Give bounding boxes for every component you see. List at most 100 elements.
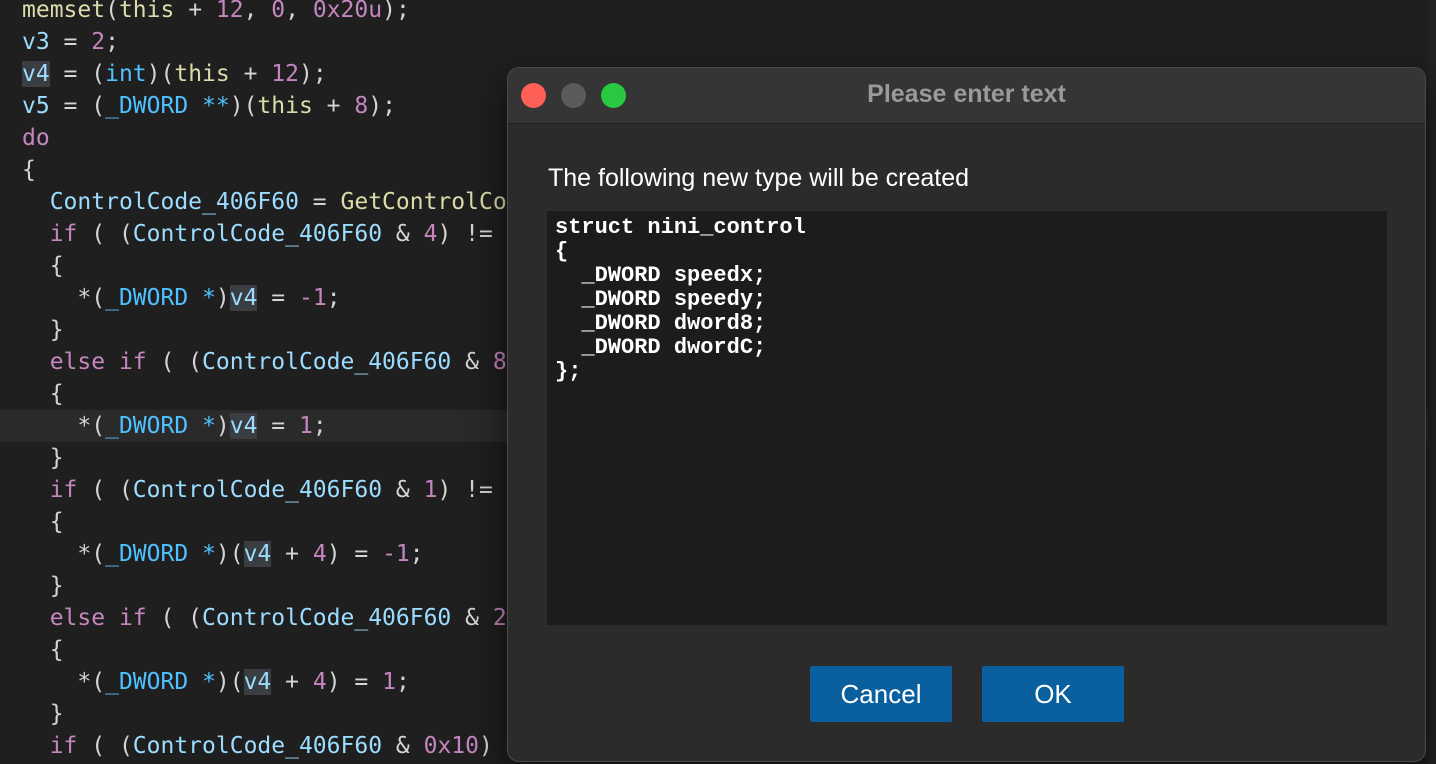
- cancel-button[interactable]: Cancel: [810, 666, 952, 722]
- code-token: }: [22, 445, 64, 471]
- code-token: &: [382, 221, 424, 247]
- code-token: ( (: [146, 349, 203, 375]
- code-token: _DWORD *: [105, 669, 216, 695]
- code-token: this: [257, 93, 313, 119]
- code-token: }: [22, 317, 64, 343]
- code-token: ControlCode_406F60: [202, 605, 452, 631]
- code-token: ): [478, 733, 493, 759]
- code-token: {: [22, 253, 64, 279]
- code-token: _DWORD **: [105, 93, 230, 119]
- code-token: ;: [409, 541, 424, 567]
- code-token: 12: [215, 0, 244, 23]
- code-token: +: [271, 541, 313, 567]
- code-token: 12: [271, 61, 299, 87]
- code-token: else if: [49, 349, 147, 375]
- dialog-titlebar[interactable]: Please enter text: [508, 68, 1425, 124]
- code-token: 1: [423, 477, 438, 503]
- code-token: +: [312, 93, 355, 119]
- code-token: ) =: [326, 541, 383, 567]
- code-token: if: [49, 477, 78, 503]
- code-token: );: [298, 61, 327, 87]
- code-token: _DWORD *: [105, 541, 216, 567]
- code-token: memset: [22, 0, 106, 23]
- code-token: ;: [312, 413, 327, 439]
- code-token: 4: [312, 669, 327, 695]
- code-token: ) !=: [437, 221, 507, 247]
- enter-text-dialog: Please enter text The following new type…: [507, 67, 1426, 762]
- code-token: &: [451, 605, 493, 631]
- code-token: *(: [22, 541, 106, 567]
- code-token: 8: [354, 93, 369, 119]
- highlighted-identifier: v4: [243, 669, 272, 695]
- code-token: 2: [492, 605, 507, 631]
- code-token: else if: [49, 605, 147, 631]
- ok-button[interactable]: OK: [982, 666, 1124, 722]
- code-token: ;: [326, 285, 341, 311]
- code-token: -1: [382, 541, 410, 567]
- code-token: &: [451, 349, 493, 375]
- code-token: if: [49, 733, 78, 759]
- code-token: 4: [312, 541, 327, 567]
- code-token: {: [22, 637, 64, 663]
- code-token: ControlCode_406F60: [49, 189, 299, 215]
- code-token: -1: [298, 285, 327, 311]
- highlighted-identifier: v4: [22, 61, 50, 87]
- code-token: if: [49, 221, 78, 247]
- code-token: this: [118, 0, 175, 23]
- code-token: 8: [492, 349, 507, 375]
- code-token: 4: [423, 221, 438, 247]
- code-token: = (: [49, 61, 106, 87]
- code-token: =: [257, 413, 299, 439]
- code-line[interactable]: memset(this + 12, 0, 0x20u);: [0, 0, 1436, 26]
- code-token: {: [22, 509, 64, 535]
- code-token: 0x20u: [312, 0, 383, 23]
- code-token: ControlCode_406F60: [202, 349, 452, 375]
- code-token: =: [298, 189, 341, 215]
- code-token: );: [382, 0, 410, 23]
- code-line[interactable]: v3 = 2;: [0, 26, 1436, 58]
- code-token: _DWORD *: [105, 413, 216, 439]
- code-token: )(: [215, 669, 244, 695]
- code-token: 1: [298, 413, 313, 439]
- code-token: )(: [229, 93, 258, 119]
- code-token: +: [271, 669, 313, 695]
- code-token: 1: [382, 669, 396, 695]
- code-token: = (: [49, 93, 106, 119]
- code-token: this: [174, 61, 230, 87]
- code-token: do: [22, 125, 50, 151]
- code-token: =: [257, 285, 299, 311]
- code-token: =: [49, 29, 92, 55]
- code-token: v5: [22, 93, 50, 119]
- code-token: }: [22, 573, 64, 599]
- code-token: (: [105, 0, 119, 23]
- editor-scrollbar[interactable]: [1428, 0, 1436, 764]
- code-token: ControlCode_406F60: [132, 221, 383, 247]
- code-token: ): [215, 413, 230, 439]
- code-token: GetControlCode: [340, 189, 535, 215]
- code-token: ControlCode_406F60: [132, 477, 383, 503]
- code-token: ) =: [326, 669, 383, 695]
- code-token: *(: [22, 285, 106, 311]
- code-token: )(: [146, 61, 175, 87]
- code-token: ,: [243, 0, 272, 23]
- code-token: ,: [285, 0, 313, 23]
- code-token: 0: [271, 0, 286, 23]
- highlighted-identifier: v4: [229, 413, 258, 439]
- code-token: 0x10: [423, 733, 479, 759]
- dialog-title: Please enter text: [867, 80, 1066, 108]
- code-token: ( (: [146, 605, 203, 631]
- code-token: ( (: [77, 733, 133, 759]
- code-token: v3: [22, 29, 50, 55]
- code-token: +: [174, 0, 216, 23]
- code-token: 2: [91, 29, 106, 55]
- code-token: }: [22, 701, 64, 727]
- code-token: ( (: [77, 221, 133, 247]
- code-token: ) !=: [437, 477, 507, 503]
- code-token: {: [22, 157, 36, 183]
- type-definition-textarea[interactable]: struct nini_control { _DWORD speedx; _DW…: [547, 211, 1387, 625]
